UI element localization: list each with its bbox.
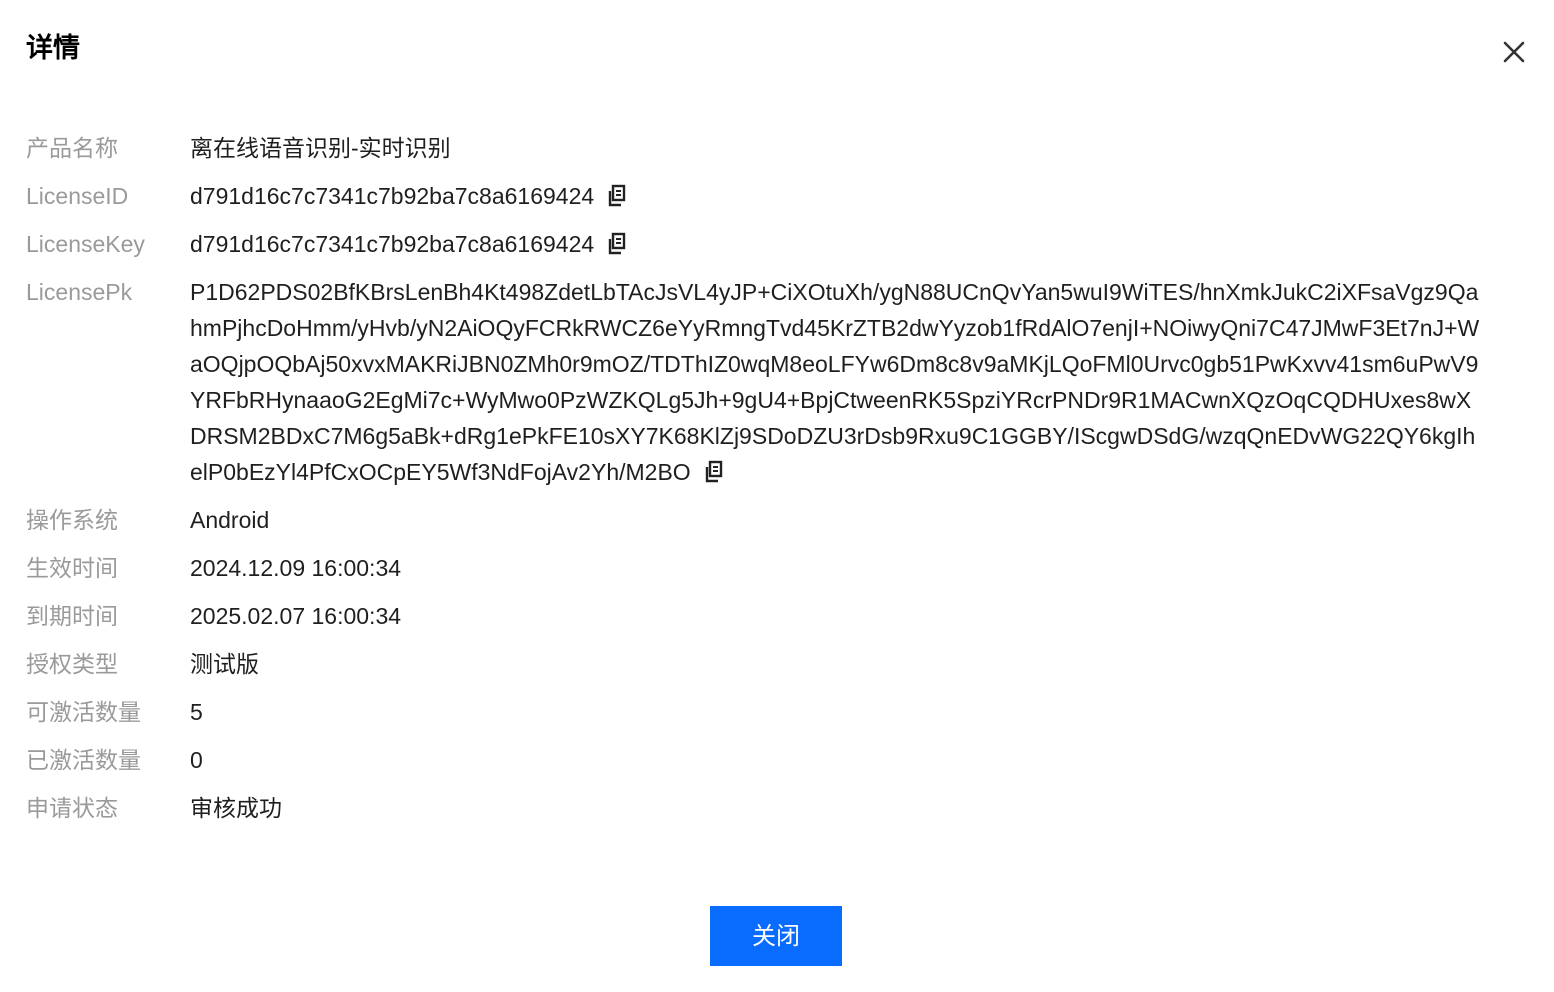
detail-row-apply-status: 申请状态 审核成功: [26, 784, 1516, 832]
detail-row-activatable-count: 可激活数量 5: [26, 688, 1516, 736]
detail-label: 申请状态: [26, 795, 118, 821]
detail-label: LicenseID: [26, 183, 129, 209]
detail-label: 到期时间: [26, 603, 118, 629]
detail-value: 0: [190, 747, 203, 773]
copy-icon[interactable]: [606, 232, 628, 256]
details-dialog: 详情 产品名称 离在线语音识别-实时识别 LicenseID d791d16c7…: [0, 0, 1554, 992]
license-key-value: d791d16c7c7341c7b92ba7c8a6169424: [190, 231, 595, 257]
detail-row-license-key: LicenseKey d791d16c7c7341c7b92ba7c8a6169…: [26, 220, 1516, 268]
detail-label: 授权类型: [26, 651, 118, 677]
dialog-title: 详情: [26, 33, 80, 63]
detail-value: Android: [190, 507, 270, 533]
detail-value: 2024.12.09 16:00:34: [190, 555, 402, 581]
close-button[interactable]: 关闭: [710, 906, 842, 966]
detail-value-wrap: d791d16c7c7341c7b92ba7c8a6169424: [190, 172, 1516, 220]
detail-value: 5: [190, 699, 203, 725]
copy-icon[interactable]: [703, 460, 725, 484]
license-id-value: d791d16c7c7341c7b92ba7c8a6169424: [190, 183, 595, 209]
detail-label: 已激活数量: [26, 747, 141, 773]
close-icon[interactable]: [1500, 38, 1528, 66]
detail-value: 离在线语音识别-实时识别: [190, 135, 451, 161]
detail-value: 测试版: [190, 651, 259, 677]
details-list: 产品名称 离在线语音识别-实时识别 LicenseID d791d16c7c73…: [26, 124, 1516, 832]
detail-value-wrap: P1D62PDS02BfKBrsLenBh4Kt498ZdetLbTAcJsVL…: [190, 268, 1486, 496]
detail-row-license-pk: LicensePk P1D62PDS02BfKBrsLenBh4Kt498Zde…: [26, 268, 1516, 496]
detail-row-product-name: 产品名称 离在线语音识别-实时识别: [26, 124, 1516, 172]
copy-icon[interactable]: [606, 184, 628, 208]
detail-label: 可激活数量: [26, 699, 141, 725]
detail-value-wrap: d791d16c7c7341c7b92ba7c8a6169424: [190, 220, 1516, 268]
detail-label: 生效时间: [26, 555, 118, 581]
detail-label: 操作系统: [26, 507, 118, 533]
detail-row-os: 操作系统 Android: [26, 496, 1516, 544]
detail-label: LicensePk: [26, 279, 133, 305]
detail-value: 审核成功: [190, 795, 282, 821]
detail-value: 2025.02.07 16:00:34: [190, 603, 402, 629]
detail-row-activated-count: 已激活数量 0: [26, 736, 1516, 784]
license-pk-value: P1D62PDS02BfKBrsLenBh4Kt498ZdetLbTAcJsVL…: [190, 279, 1480, 485]
detail-row-license-id: LicenseID d791d16c7c7341c7b92ba7c8a61694…: [26, 172, 1516, 220]
detail-row-expire-time: 到期时间 2025.02.07 16:00:34: [26, 592, 1516, 640]
detail-label: LicenseKey: [26, 231, 145, 257]
detail-label: 产品名称: [26, 135, 118, 161]
detail-row-license-type: 授权类型 测试版: [26, 640, 1516, 688]
detail-row-effective-time: 生效时间 2024.12.09 16:00:34: [26, 544, 1516, 592]
